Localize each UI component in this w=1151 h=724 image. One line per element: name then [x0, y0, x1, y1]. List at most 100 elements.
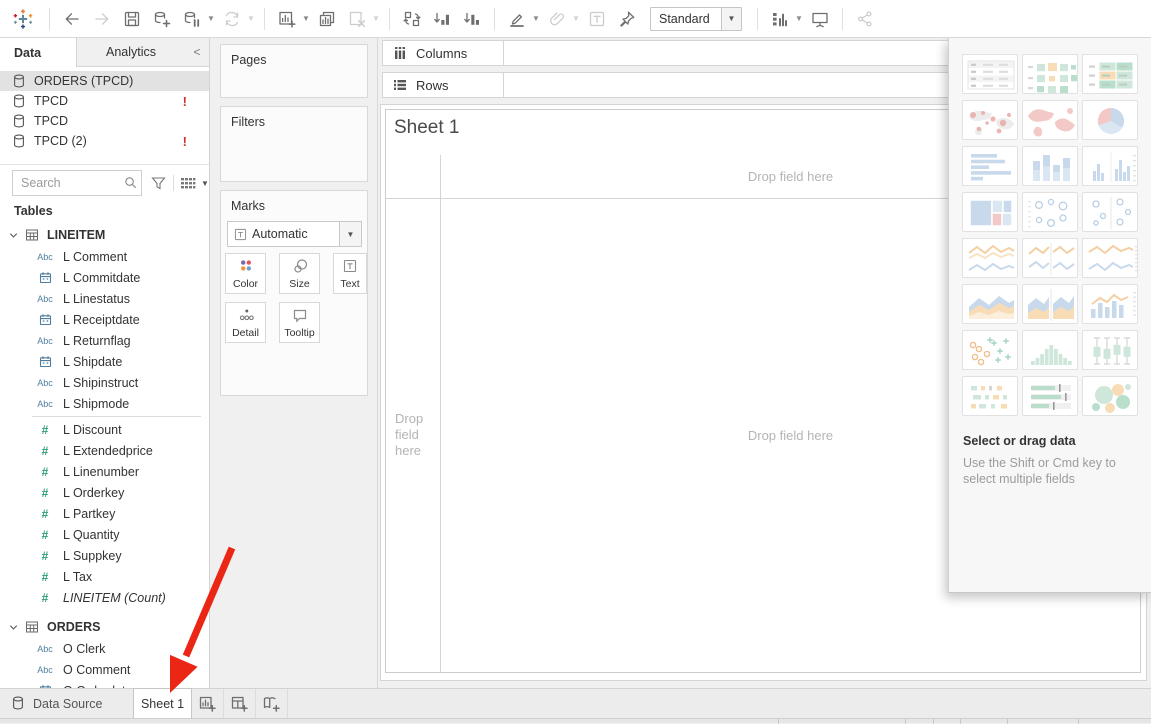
show-me-histogram-thumbnail[interactable] [1022, 330, 1078, 370]
field-item[interactable]: Abc O Clerk [0, 638, 209, 659]
datasource-item[interactable]: TPCD [0, 111, 209, 131]
tab-data[interactable]: Data [0, 38, 77, 67]
fit-selector[interactable]: Standard▼ [650, 7, 742, 31]
clear-sheet-button[interactable] [344, 6, 370, 32]
field-item[interactable]: # L Extendedprice [0, 440, 209, 461]
show-me-horizontal-bars-thumbnail[interactable] [962, 146, 1018, 186]
show-me-area-discrete-thumbnail[interactable] [1022, 284, 1078, 324]
share-workbook-button[interactable] [852, 6, 878, 32]
field-item[interactable]: # L Tax [0, 566, 209, 587]
show-hide-cards-caret-icon[interactable]: ▼ [794, 14, 804, 23]
new-dashboard-button[interactable] [224, 689, 256, 718]
tab-data-source[interactable]: Data Source [0, 689, 133, 718]
pause-auto-updates-caret-icon[interactable]: ▼ [206, 14, 216, 23]
show-me-lines-discrete-thumbnail[interactable] [1022, 238, 1078, 278]
show-me-scatter-thumbnail[interactable] [962, 330, 1018, 370]
show-me-bullet-thumbnail[interactable] [1022, 376, 1078, 416]
field-item[interactable]: L Commitdate [0, 267, 209, 288]
show-me-symbol-map-thumbnail[interactable] [962, 100, 1018, 140]
view-options-caret-icon[interactable]: ▼ [201, 179, 209, 188]
drop-zone-rows[interactable]: Drop field here [386, 198, 440, 672]
highlight-caret-icon[interactable]: ▼ [531, 14, 541, 23]
view-options-icon[interactable] [180, 176, 196, 190]
sort-ascending-button[interactable] [429, 6, 455, 32]
field-item[interactable]: # L Partkey [0, 503, 209, 524]
show-me-box-whisker-thumbnail[interactable] [1082, 330, 1138, 370]
save-button[interactable] [119, 6, 145, 32]
field-item[interactable]: Abc O Comment [0, 659, 209, 680]
tab-sheet-1[interactable]: Sheet 1 [133, 688, 192, 718]
show-me-filled-map-thumbnail[interactable] [1022, 100, 1078, 140]
filters-shelf[interactable]: Filters [220, 106, 368, 182]
field-item[interactable]: # L Orderkey [0, 482, 209, 503]
collapse-pane-button[interactable]: < [185, 38, 209, 66]
pages-shelf[interactable]: Pages [220, 44, 368, 98]
show-me-side-by-side-bars-thumbnail[interactable] [1082, 146, 1138, 186]
clear-sheet-caret-icon[interactable]: ▼ [371, 14, 381, 23]
mark-type-dropdown[interactable]: Automatic ▼ [227, 221, 362, 247]
pause-auto-updates-button[interactable] [179, 6, 205, 32]
tab-analytics[interactable]: Analytics [77, 38, 185, 66]
show-me-stacked-bars-thumbnail[interactable] [1022, 146, 1078, 186]
new-story-button[interactable] [256, 689, 288, 718]
new-worksheet-caret-icon[interactable]: ▼ [301, 14, 311, 23]
fix-axes-button[interactable] [614, 6, 640, 32]
show-me-lines-continuous-thumbnail[interactable] [962, 238, 1018, 278]
datasource-item[interactable]: TPCD! [0, 91, 209, 111]
tooltip-button[interactable]: Tooltip [279, 302, 320, 343]
show-me-text-table-thumbnail[interactable] [962, 54, 1018, 94]
field-item[interactable]: Abc L Shipinstruct [0, 372, 209, 393]
show-me-pie-chart-thumbnail[interactable] [1082, 100, 1138, 140]
detail-button[interactable]: Detail [225, 302, 266, 343]
datasource-item[interactable]: ORDERS (TPCD) [0, 71, 209, 91]
field-item[interactable]: L Receiptdate [0, 309, 209, 330]
new-worksheet-button[interactable] [274, 6, 300, 32]
show-hide-cards-button[interactable] [767, 6, 793, 32]
show-mark-labels-button[interactable] [584, 6, 610, 32]
field-item[interactable]: O Orderdate [0, 680, 209, 688]
group-members-button[interactable] [544, 6, 570, 32]
presentation-mode-button[interactable] [807, 6, 833, 32]
show-me-area-continuous-thumbnail[interactable] [962, 284, 1018, 324]
datasource-item[interactable]: TPCD (2)! [0, 131, 209, 151]
show-me-heatmap-thumbnail[interactable] [1022, 54, 1078, 94]
field-item[interactable]: # L Discount [0, 419, 209, 440]
show-me-dual-combination-thumbnail[interactable] [1082, 284, 1138, 324]
field-item[interactable]: Abc L Comment [0, 246, 209, 267]
show-me-circle-views-thumbnail[interactable] [1022, 192, 1078, 232]
show-me-highlight-table-thumbnail[interactable] [1082, 54, 1138, 94]
show-me-gantt-thumbnail[interactable] [962, 376, 1018, 416]
group-members-caret-icon[interactable]: ▼ [571, 14, 581, 23]
field-item[interactable]: Abc L Linestatus [0, 288, 209, 309]
table-group-header[interactable]: ORDERS [0, 616, 209, 638]
filter-fields-icon[interactable] [150, 175, 167, 192]
refresh-data-button[interactable] [219, 6, 245, 32]
field-item[interactable]: # L Suppkey [0, 545, 209, 566]
text-button[interactable]: Text [333, 253, 367, 294]
field-type-string-icon: Abc [34, 399, 56, 409]
redo-button[interactable] [89, 6, 115, 32]
show-me-dual-lines-thumbnail[interactable] [1082, 238, 1138, 278]
new-worksheet-button[interactable] [192, 689, 224, 718]
field-item[interactable]: # L Quantity [0, 524, 209, 545]
swap-rows-columns-button[interactable] [399, 6, 425, 32]
field-item[interactable]: # LINEITEM (Count) [0, 587, 209, 608]
show-me-treemap-thumbnail[interactable] [962, 192, 1018, 232]
field-item[interactable]: Abc L Shipmode [0, 393, 209, 414]
size-button[interactable]: Size [279, 253, 320, 294]
highlight-button[interactable] [504, 6, 530, 32]
tableau-logo-icon[interactable] [8, 6, 38, 32]
duplicate-sheet-button[interactable] [314, 6, 340, 32]
table-group-header[interactable]: LINEITEM [0, 224, 209, 246]
undo-button[interactable] [59, 6, 85, 32]
sort-descending-button[interactable] [459, 6, 485, 32]
new-data-source-button[interactable] [149, 6, 175, 32]
field-item[interactable]: Abc L Returnflag [0, 330, 209, 351]
field-item[interactable]: L Shipdate [0, 351, 209, 372]
search-input[interactable] [12, 170, 142, 196]
show-me-packed-bubbles-thumbnail[interactable] [1082, 376, 1138, 416]
show-me-side-by-side-circles-thumbnail[interactable] [1082, 192, 1138, 232]
color-button[interactable]: Color [225, 253, 266, 294]
field-item[interactable]: # L Linenumber [0, 461, 209, 482]
refresh-data-caret-icon[interactable]: ▼ [246, 14, 256, 23]
